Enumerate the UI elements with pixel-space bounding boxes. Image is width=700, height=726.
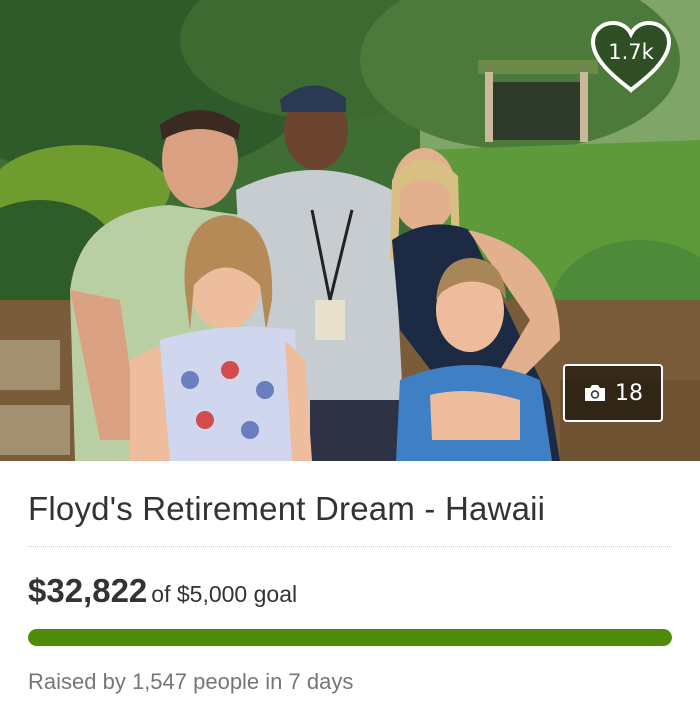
progress-bar xyxy=(28,629,672,646)
goal-text: of $5,000 goal xyxy=(151,581,298,607)
campaign-card[interactable]: 1.7k 18 Floyd's Retirement Dream - Hawai… xyxy=(0,0,700,726)
photo-gallery-button[interactable]: 18 xyxy=(563,364,663,422)
amount-raised: $32,822 xyxy=(28,572,148,609)
like-count: 1.7k xyxy=(608,40,654,64)
progress-bar-fill xyxy=(28,629,672,646)
like-badge[interactable]: 1.7k xyxy=(589,20,673,94)
campaign-title[interactable]: Floyd's Retirement Dream - Hawaii xyxy=(28,490,545,528)
raised-by-text: Raised by 1,547 people in 7 days xyxy=(28,669,354,694)
amount-row: $32,822 of $5,000 goal xyxy=(28,572,297,610)
divider xyxy=(28,546,672,547)
camera-icon xyxy=(585,385,605,401)
photo-count: 18 xyxy=(615,380,643,406)
campaign-photo[interactable]: 1.7k 18 xyxy=(0,0,700,461)
